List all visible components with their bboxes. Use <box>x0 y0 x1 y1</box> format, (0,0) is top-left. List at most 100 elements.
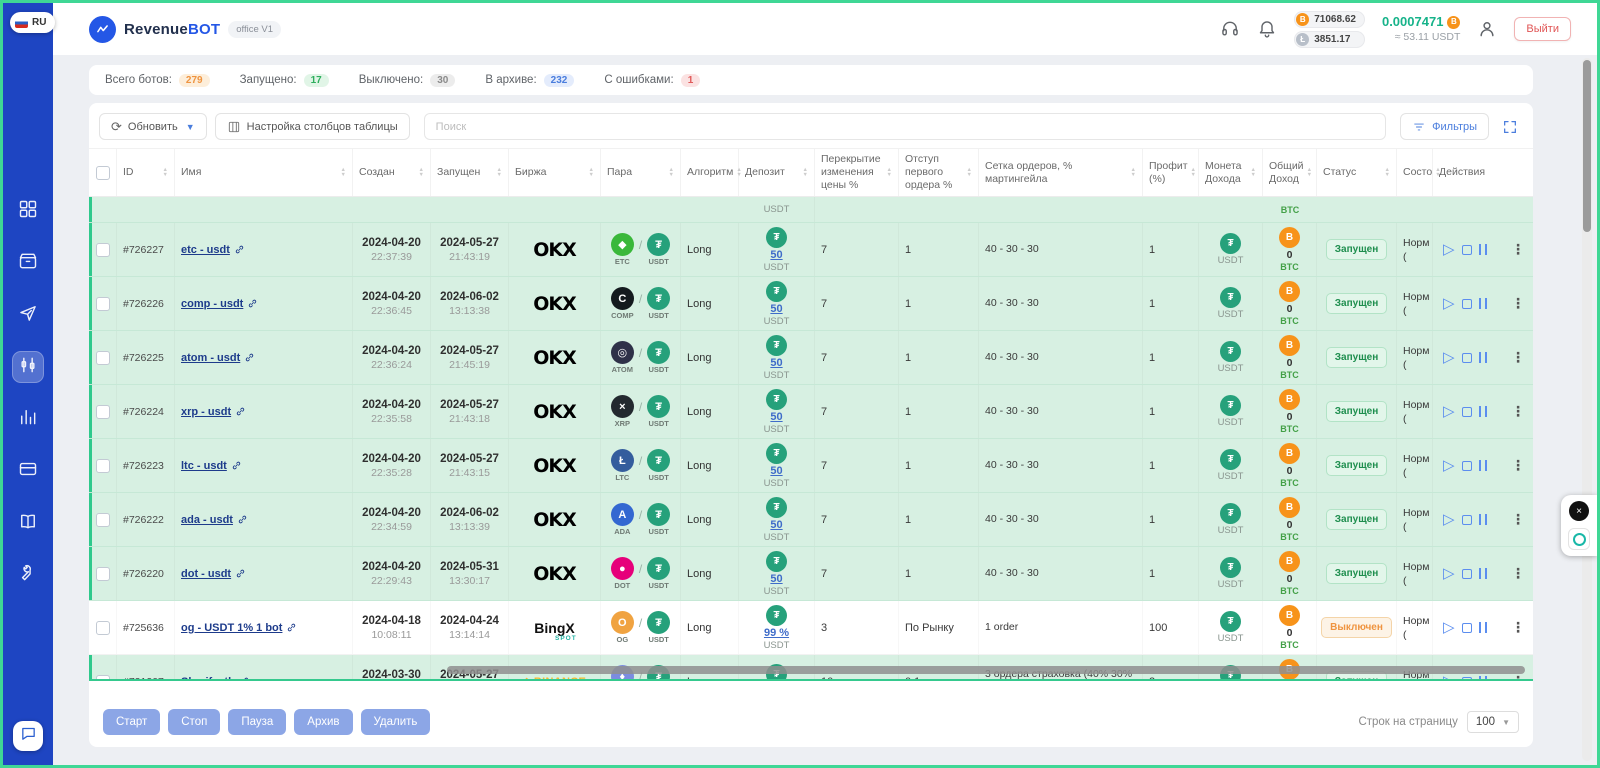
sort-icon[interactable]: ▲▼ <box>669 168 674 178</box>
stop-button[interactable] <box>1462 353 1472 363</box>
stop-button[interactable] <box>1462 515 1472 525</box>
wallet-summary[interactable]: 0.0007471B ≈ 53.11 USDT <box>1382 14 1460 43</box>
column-header[interactable]: Общий Доход▲▼ <box>1263 149 1317 196</box>
logout-button[interactable]: Выйти <box>1514 17 1571 41</box>
chevron-down-icon[interactable]: ▼ <box>186 122 195 132</box>
sort-icon[interactable]: ▲▼ <box>1307 168 1312 178</box>
row-menu-button[interactable]: ⋮ <box>1511 457 1525 474</box>
table-columns-settings-button[interactable]: Настройка столбцов таблицы <box>215 113 410 140</box>
sort-icon[interactable]: ▲▼ <box>1385 168 1390 178</box>
filters-button[interactable]: Фильтры <box>1400 113 1489 140</box>
row-checkbox[interactable] <box>96 243 110 257</box>
row-checkbox[interactable] <box>96 621 110 635</box>
stop-button[interactable] <box>1462 623 1472 633</box>
stop-button[interactable] <box>1462 461 1472 471</box>
column-header[interactable]: Отступ первого ордера %▲▼ <box>899 149 979 196</box>
sort-icon[interactable]: ▲▼ <box>163 168 168 178</box>
play-button[interactable]: ▷ <box>1443 404 1455 419</box>
sort-icon[interactable]: ▲▼ <box>1131 168 1136 178</box>
row-menu-button[interactable]: ⋮ <box>1511 349 1525 366</box>
deposit-link[interactable]: 99 % <box>764 627 789 639</box>
column-header[interactable]: Профит (%)▲▼ <box>1143 149 1199 196</box>
sidebar-item-stats[interactable] <box>12 403 44 435</box>
row-menu-button[interactable]: ⋮ <box>1511 565 1525 582</box>
column-header[interactable]: Депозит▲▼ <box>739 149 815 196</box>
sidebar-item-tools[interactable] <box>12 559 44 591</box>
play-button[interactable]: ▷ <box>1443 458 1455 473</box>
column-header[interactable]: Имя▲▼ <box>175 149 353 196</box>
brand[interactable]: RevenueBOT office V1 <box>89 16 281 43</box>
column-header[interactable]: Состо▲▼ <box>1397 149 1433 196</box>
play-button[interactable]: ▷ <box>1443 350 1455 365</box>
deposit-link[interactable]: 50 <box>770 357 782 369</box>
sidebar-item-docs[interactable] <box>12 507 44 539</box>
sort-icon[interactable]: ▲▼ <box>1251 168 1256 178</box>
pause-button[interactable] <box>1479 460 1487 471</box>
pause-button[interactable] <box>1479 622 1487 633</box>
support-chat-button[interactable] <box>13 721 43 751</box>
play-button[interactable]: ▷ <box>1443 674 1455 681</box>
bot-name-link[interactable]: comp - usdt <box>181 298 258 310</box>
rows-per-page-select[interactable]: 100▼ <box>1467 711 1519 733</box>
alt-balance-badge[interactable]: Ł 3851.17 <box>1294 31 1365 48</box>
play-button[interactable]: ▷ <box>1443 620 1455 635</box>
stop-button[interactable] <box>1462 245 1472 255</box>
profile-icon[interactable] <box>1477 19 1497 39</box>
vertical-scrollbar-thumb[interactable] <box>1583 60 1591 232</box>
play-button[interactable]: ▷ <box>1443 242 1455 257</box>
pause-button[interactable] <box>1479 676 1487 681</box>
sort-icon[interactable]: ▲▼ <box>803 168 808 178</box>
sort-icon[interactable]: ▲▼ <box>967 168 972 178</box>
sidebar-item-wallet[interactable] <box>12 455 44 487</box>
refresh-button[interactable]: ⟳ Обновить ▼ <box>99 113 207 140</box>
play-button[interactable]: ▷ <box>1443 566 1455 581</box>
sidebar-item-dashboard[interactable] <box>12 195 44 227</box>
horizontal-scrollbar[interactable] <box>447 666 1525 674</box>
bulk-start-button[interactable]: Старт <box>103 709 160 735</box>
sort-icon[interactable]: ▲▼ <box>341 168 346 178</box>
stop-button[interactable] <box>1462 677 1472 682</box>
row-checkbox[interactable] <box>96 351 110 365</box>
bulk-stop-button[interactable]: Стоп <box>168 709 220 735</box>
deposit-link[interactable]: 50 <box>770 303 782 315</box>
column-header[interactable]: Биржа▲▼ <box>509 149 601 196</box>
pause-button[interactable] <box>1479 244 1487 255</box>
bot-name-link[interactable]: xrp - usdt <box>181 406 246 418</box>
pause-button[interactable] <box>1479 352 1487 363</box>
bot-name-link[interactable]: etc - usdt <box>181 244 245 256</box>
notifications-bell-icon[interactable] <box>1257 19 1277 39</box>
bot-name-link[interactable]: dot - usdt <box>181 568 246 580</box>
deposit-link[interactable]: 50 <box>770 465 782 477</box>
column-header[interactable]: Создан▲▼ <box>353 149 431 196</box>
row-checkbox[interactable] <box>96 513 110 527</box>
column-header[interactable]: ID▲▼ <box>117 149 175 196</box>
sidebar-item-archive[interactable] <box>12 247 44 279</box>
pause-button[interactable] <box>1479 406 1487 417</box>
column-header[interactable]: Запущен▲▼ <box>431 149 509 196</box>
sidebar-item-exchange[interactable] <box>12 351 44 383</box>
bot-name-link[interactable]: Sherif_eth <box>181 676 250 682</box>
bot-name-link[interactable]: og - USDT 1% 1 bot <box>181 622 297 634</box>
pause-button[interactable] <box>1479 298 1487 309</box>
column-header[interactable]: Перекрытие изменения цены %▲▼ <box>815 149 899 196</box>
bulk-delete-button[interactable]: Удалить <box>361 709 431 735</box>
row-checkbox[interactable] <box>96 459 110 473</box>
column-header[interactable]: Монета Дохода▲▼ <box>1199 149 1263 196</box>
row-checkbox[interactable] <box>96 567 110 581</box>
column-header[interactable]: Пара▲▼ <box>601 149 681 196</box>
row-menu-button[interactable]: ⋮ <box>1511 673 1525 681</box>
row-checkbox[interactable] <box>96 405 110 419</box>
sort-icon[interactable]: ▲▼ <box>497 168 502 178</box>
deposit-link[interactable]: 50 <box>770 411 782 423</box>
bot-name-link[interactable]: atom - usdt <box>181 352 255 364</box>
search-input[interactable] <box>424 113 1386 140</box>
row-menu-button[interactable]: ⋮ <box>1511 619 1525 636</box>
stop-button[interactable] <box>1462 299 1472 309</box>
language-switcher[interactable]: RU <box>10 12 55 33</box>
bot-name-link[interactable]: ltc - usdt <box>181 460 242 472</box>
bulk-pause-button[interactable]: Пауза <box>228 709 286 735</box>
row-menu-button[interactable]: ⋮ <box>1511 511 1525 528</box>
select-all-checkbox[interactable] <box>96 166 110 180</box>
stop-button[interactable] <box>1462 407 1472 417</box>
sort-icon[interactable]: ▲▼ <box>1191 168 1196 178</box>
